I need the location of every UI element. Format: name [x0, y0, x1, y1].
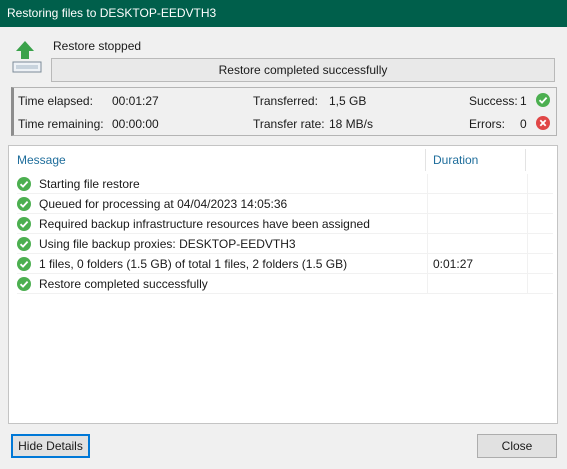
- log-duration: 0:01:27: [433, 257, 474, 271]
- transfer-rate-label: Transfer rate:: [253, 117, 325, 131]
- log-message: Required backup infrastructure resources…: [39, 217, 370, 231]
- column-separator: [525, 149, 526, 171]
- restore-upload-icon: [12, 40, 42, 74]
- log-row[interactable]: Queued for processing at 04/04/2023 14:0…: [9, 194, 557, 214]
- cell-separator: [527, 274, 528, 294]
- success-count: 1: [520, 94, 527, 108]
- cell-separator: [427, 214, 428, 234]
- row-separator: [17, 293, 553, 294]
- success-check-icon: [17, 197, 31, 211]
- restore-progress-bar: Restore completed successfully: [51, 58, 555, 82]
- cell-separator: [427, 254, 428, 274]
- errors-count: 0: [520, 117, 527, 131]
- error-x-icon: [536, 116, 550, 130]
- cell-separator: [427, 194, 428, 214]
- session-log-table[interactable]: Message Duration Starting file restore Q…: [8, 145, 558, 424]
- cell-separator: [527, 214, 528, 234]
- window-title-bar: Restoring files to DESKTOP-EEDVTH3: [0, 0, 567, 27]
- log-row[interactable]: Starting file restore: [9, 174, 557, 194]
- log-row[interactable]: Restore completed successfully: [9, 274, 557, 294]
- progress-text: Restore completed successfully: [218, 63, 388, 77]
- success-check-icon: [536, 93, 550, 107]
- success-check-icon: [17, 277, 31, 291]
- success-check-icon: [17, 217, 31, 231]
- cell-separator: [427, 174, 428, 194]
- success-label: Success:: [469, 94, 518, 108]
- window-title: Restoring files to DESKTOP-EEDVTH3: [7, 6, 217, 20]
- log-row[interactable]: Using file backup proxies: DESKTOP-EEDVT…: [9, 234, 557, 254]
- close-button[interactable]: Close: [477, 434, 557, 458]
- log-message: Restore completed successfully: [39, 277, 208, 291]
- log-message: 1 files, 0 folders (1.5 GB) of total 1 f…: [39, 257, 348, 271]
- time-remaining-label: Time remaining:: [18, 117, 104, 131]
- hide-details-button[interactable]: Hide Details: [11, 434, 90, 458]
- column-separator: [425, 149, 426, 171]
- log-message: Queued for processing at 04/04/2023 14:0…: [39, 197, 288, 211]
- time-elapsed-label: Time elapsed:: [18, 94, 93, 108]
- statistics-panel: Time elapsed: 00:01:27 Time remaining: 0…: [11, 87, 557, 136]
- log-message: Starting file restore: [39, 177, 140, 191]
- time-elapsed-value: 00:01:27: [112, 94, 159, 108]
- restore-status-label: Restore stopped: [53, 39, 142, 53]
- cell-separator: [527, 194, 528, 214]
- transferred-value: 1,5 GB: [329, 94, 367, 108]
- log-message: Using file backup proxies: DESKTOP-EEDVT…: [39, 237, 296, 251]
- column-header-message[interactable]: Message: [17, 153, 66, 167]
- log-row[interactable]: 1 files, 0 folders (1.5 GB) of total 1 f…: [9, 254, 557, 274]
- column-header-duration[interactable]: Duration: [433, 153, 478, 167]
- transferred-label: Transferred:: [253, 94, 318, 108]
- transfer-rate-value: 18 MB/s: [329, 117, 374, 131]
- cell-separator: [427, 274, 428, 294]
- cell-separator: [527, 254, 528, 274]
- cell-separator: [527, 234, 528, 254]
- time-remaining-value: 00:00:00: [112, 117, 159, 131]
- success-check-icon: [17, 237, 31, 251]
- cell-separator: [427, 234, 428, 254]
- success-check-icon: [17, 177, 31, 191]
- log-table-header: Message Duration: [9, 146, 557, 173]
- log-row[interactable]: Required backup infrastructure resources…: [9, 214, 557, 234]
- cell-separator: [527, 174, 528, 194]
- success-check-icon: [17, 257, 31, 271]
- errors-label: Errors:: [469, 117, 505, 131]
